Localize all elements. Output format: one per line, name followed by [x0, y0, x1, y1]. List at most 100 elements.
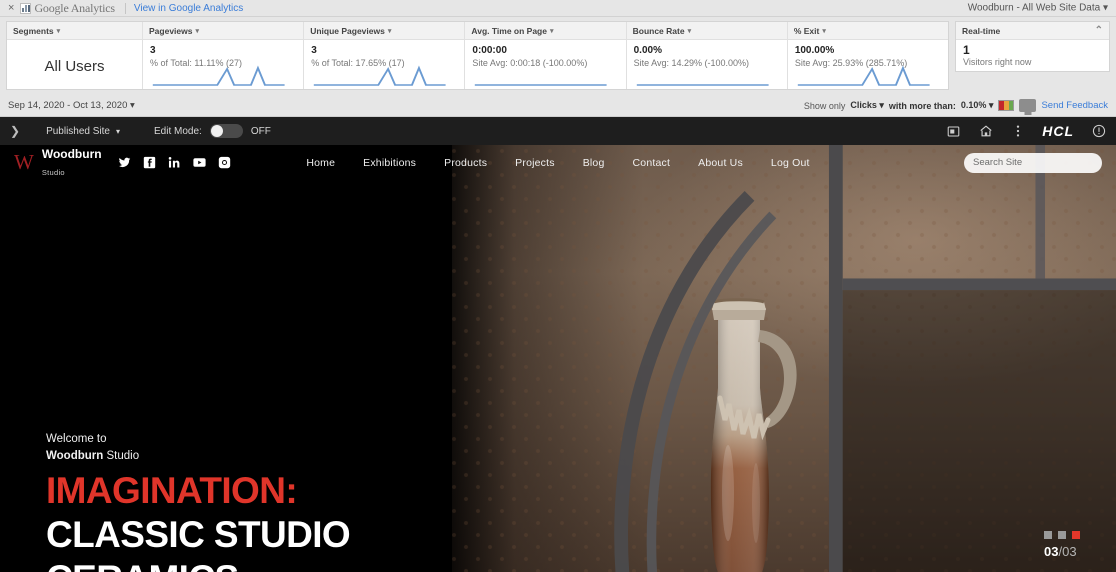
view-in-google-analytics-link[interactable]: View in Google Analytics	[134, 3, 243, 14]
cms-toolbar-right: HCL	[946, 117, 1106, 145]
unique-pageviews-value: 3	[311, 45, 317, 56]
pageviews-sparkline	[152, 65, 285, 86]
metric-cell-bounce-rate: Bounce Rate ▾ 0.00% Site Avg: 14.29% (-1…	[626, 22, 788, 89]
linkedin-icon[interactable]	[168, 156, 181, 169]
toggle-knob	[210, 125, 223, 137]
metric-cell-percent-exit: % Exit ▾ 100.00% Site Avg: 25.93% (285.7…	[787, 22, 949, 89]
realtime-header-label: Real-time	[962, 25, 1001, 36]
brand-text: Woodburn Studio	[42, 146, 102, 180]
app-root: × Google Analytics View in Google Analyt…	[0, 0, 1116, 572]
menu-item-contact[interactable]: Contact	[633, 157, 671, 169]
realtime-header: Real-time ⌃	[956, 22, 1109, 40]
menu-item-projects[interactable]: Projects	[515, 157, 555, 169]
segment-all-users: All Users	[44, 58, 105, 75]
collapse-chevron-icon[interactable]: ⌃	[1095, 25, 1103, 36]
edit-mode-toggle[interactable]	[209, 124, 243, 138]
slider-dot-2[interactable]	[1058, 531, 1066, 539]
color-legend-icon[interactable]	[998, 100, 1015, 111]
unique-pageviews-header[interactable]: Unique Pageviews ▾	[304, 22, 465, 40]
chevron-down-icon: ▾	[56, 27, 61, 35]
threshold-selector[interactable]: 0.10% ▾	[961, 100, 994, 111]
edit-mode-state: OFF	[250, 125, 271, 137]
chevron-down-icon: ▾	[116, 126, 121, 136]
menu-item-blog[interactable]: Blog	[583, 157, 605, 169]
pages-icon[interactable]	[946, 124, 961, 139]
hero-welcome-line: Welcome to Woodburn Studio	[46, 431, 350, 465]
display-mode-icon[interactable]	[1019, 99, 1037, 112]
avg-time-sparkline	[475, 84, 608, 86]
close-icon[interactable]: ×	[8, 2, 14, 14]
segments-header[interactable]: Segments ▾	[7, 22, 142, 40]
avg-time-header[interactable]: Avg. Time on Page ▾	[465, 22, 626, 40]
bounce-rate-header-label: Bounce Rate	[632, 25, 685, 36]
bounce-rate-body: 0.00% Site Avg: 14.29% (-100.00%)	[627, 40, 787, 89]
account-selector[interactable]: Woodburn - All Web Site Data ▾	[968, 3, 1108, 14]
site-logo[interactable]: W Woodburn Studio	[14, 146, 102, 180]
menu-item-exhibitions[interactable]: Exhibitions	[363, 157, 416, 169]
chevron-down-icon: ▾	[549, 27, 554, 35]
avg-time-value: 0:00:00	[472, 45, 507, 56]
slide-counter: 03/03	[1044, 544, 1080, 559]
menu-item-home[interactable]: Home	[306, 157, 335, 169]
menu-item-log-out[interactable]: Log Out	[771, 157, 810, 169]
slider-dot-1[interactable]	[1044, 531, 1052, 539]
avg-time-body: 0:00:00 Site Avg: 0:00:18 (-100.00%)	[465, 40, 625, 89]
send-feedback-link[interactable]: Send Feedback	[1041, 100, 1108, 111]
twitter-icon[interactable]	[118, 156, 131, 169]
unique-pageviews-body: 3 % of Total: 17.65% (17)	[304, 40, 464, 89]
brand-subtitle: Studio	[41, 167, 65, 177]
pageviews-value: 3	[150, 45, 156, 56]
search-input[interactable]	[973, 157, 1105, 168]
realtime-panel: Real-time ⌃ 1 Visitors right now	[955, 21, 1110, 72]
instagram-icon[interactable]	[218, 156, 231, 169]
date-range-selector[interactable]: Sep 14, 2020 - Oct 13, 2020 ▾	[8, 100, 135, 111]
hero-content: Welcome to Woodburn Studio IMAGINATION: …	[46, 431, 351, 572]
realtime-value: 1	[963, 43, 970, 57]
ga-metrics-strip: Segments ▾ All Users Pageviews ▾ 3 % of …	[0, 17, 1116, 95]
metric-selector[interactable]: Clicks ▾	[850, 100, 884, 111]
edit-mode-control: Edit Mode: OFF	[154, 124, 271, 138]
edit-mode-label: Edit Mode:	[154, 125, 202, 137]
hero-welcome-brand: Woodburn	[46, 450, 104, 462]
slide-total: 03	[1062, 544, 1077, 559]
info-icon[interactable]	[1091, 124, 1106, 139]
ga-topbar: × Google Analytics View in Google Analyt…	[0, 0, 1116, 17]
site-navigation: W Woodburn Studio Home Exhibitions Produ…	[0, 145, 1116, 180]
unique-pageviews-sparkline	[314, 65, 446, 86]
bounce-rate-header[interactable]: Bounce Rate ▾	[626, 22, 787, 40]
chevron-down-icon: ▾	[822, 27, 826, 35]
percent-exit-body: 100.00% Site Avg: 25.93% (285.71%)	[788, 40, 948, 89]
divider	[124, 2, 126, 14]
expand-panel-icon[interactable]: ❯	[10, 124, 20, 138]
hero-headline-line1: CLASSIC STUDIO	[46, 514, 351, 555]
analytics-bars-icon	[20, 2, 32, 14]
home-icon[interactable]	[978, 124, 993, 139]
segments-body: All Users	[7, 40, 142, 89]
brand-monogram: W	[14, 150, 34, 174]
percent-exit-header[interactable]: % Exit ▾	[787, 22, 949, 40]
with-more-than-label: with more than:	[888, 100, 956, 111]
facebook-icon[interactable]	[143, 156, 156, 169]
site-mode-selector[interactable]: Published Site ▾	[46, 126, 120, 137]
pageviews-header-label: Pageviews	[149, 25, 193, 36]
avg-time-header-label: Avg. Time on Page	[471, 25, 547, 36]
percent-exit-value: 100.00%	[794, 45, 835, 56]
more-options-icon[interactable]	[1010, 124, 1025, 139]
metric-cell-unique-pageviews: Unique Pageviews ▾ 3 % of Total: 17.65% …	[304, 22, 466, 89]
ga-logo-text: Google Analytics	[34, 0, 115, 15]
main-menu: Home Exhibitions Products Projects Blog …	[306, 157, 809, 169]
realtime-body: 1 Visitors right now	[956, 40, 1109, 70]
chevron-down-icon: ▾	[195, 27, 199, 35]
pageviews-header[interactable]: Pageviews ▾	[143, 22, 304, 40]
youtube-icon[interactable]	[193, 156, 206, 169]
realtime-sub: Visitors right now	[963, 57, 1032, 67]
pageviews-body: 3 % of Total: 11.11% (27)	[143, 40, 303, 89]
slide-current: 03	[1044, 544, 1059, 559]
site-mode-label: Published Site	[46, 125, 110, 137]
show-only-label: Show only	[803, 100, 846, 111]
slider-dot-3[interactable]	[1072, 531, 1080, 539]
menu-item-about-us[interactable]: About Us	[698, 157, 743, 169]
search-box[interactable]	[964, 152, 1105, 173]
metric-cell-segments: Segments ▾ All Users	[7, 22, 143, 89]
menu-item-products[interactable]: Products	[444, 157, 487, 169]
